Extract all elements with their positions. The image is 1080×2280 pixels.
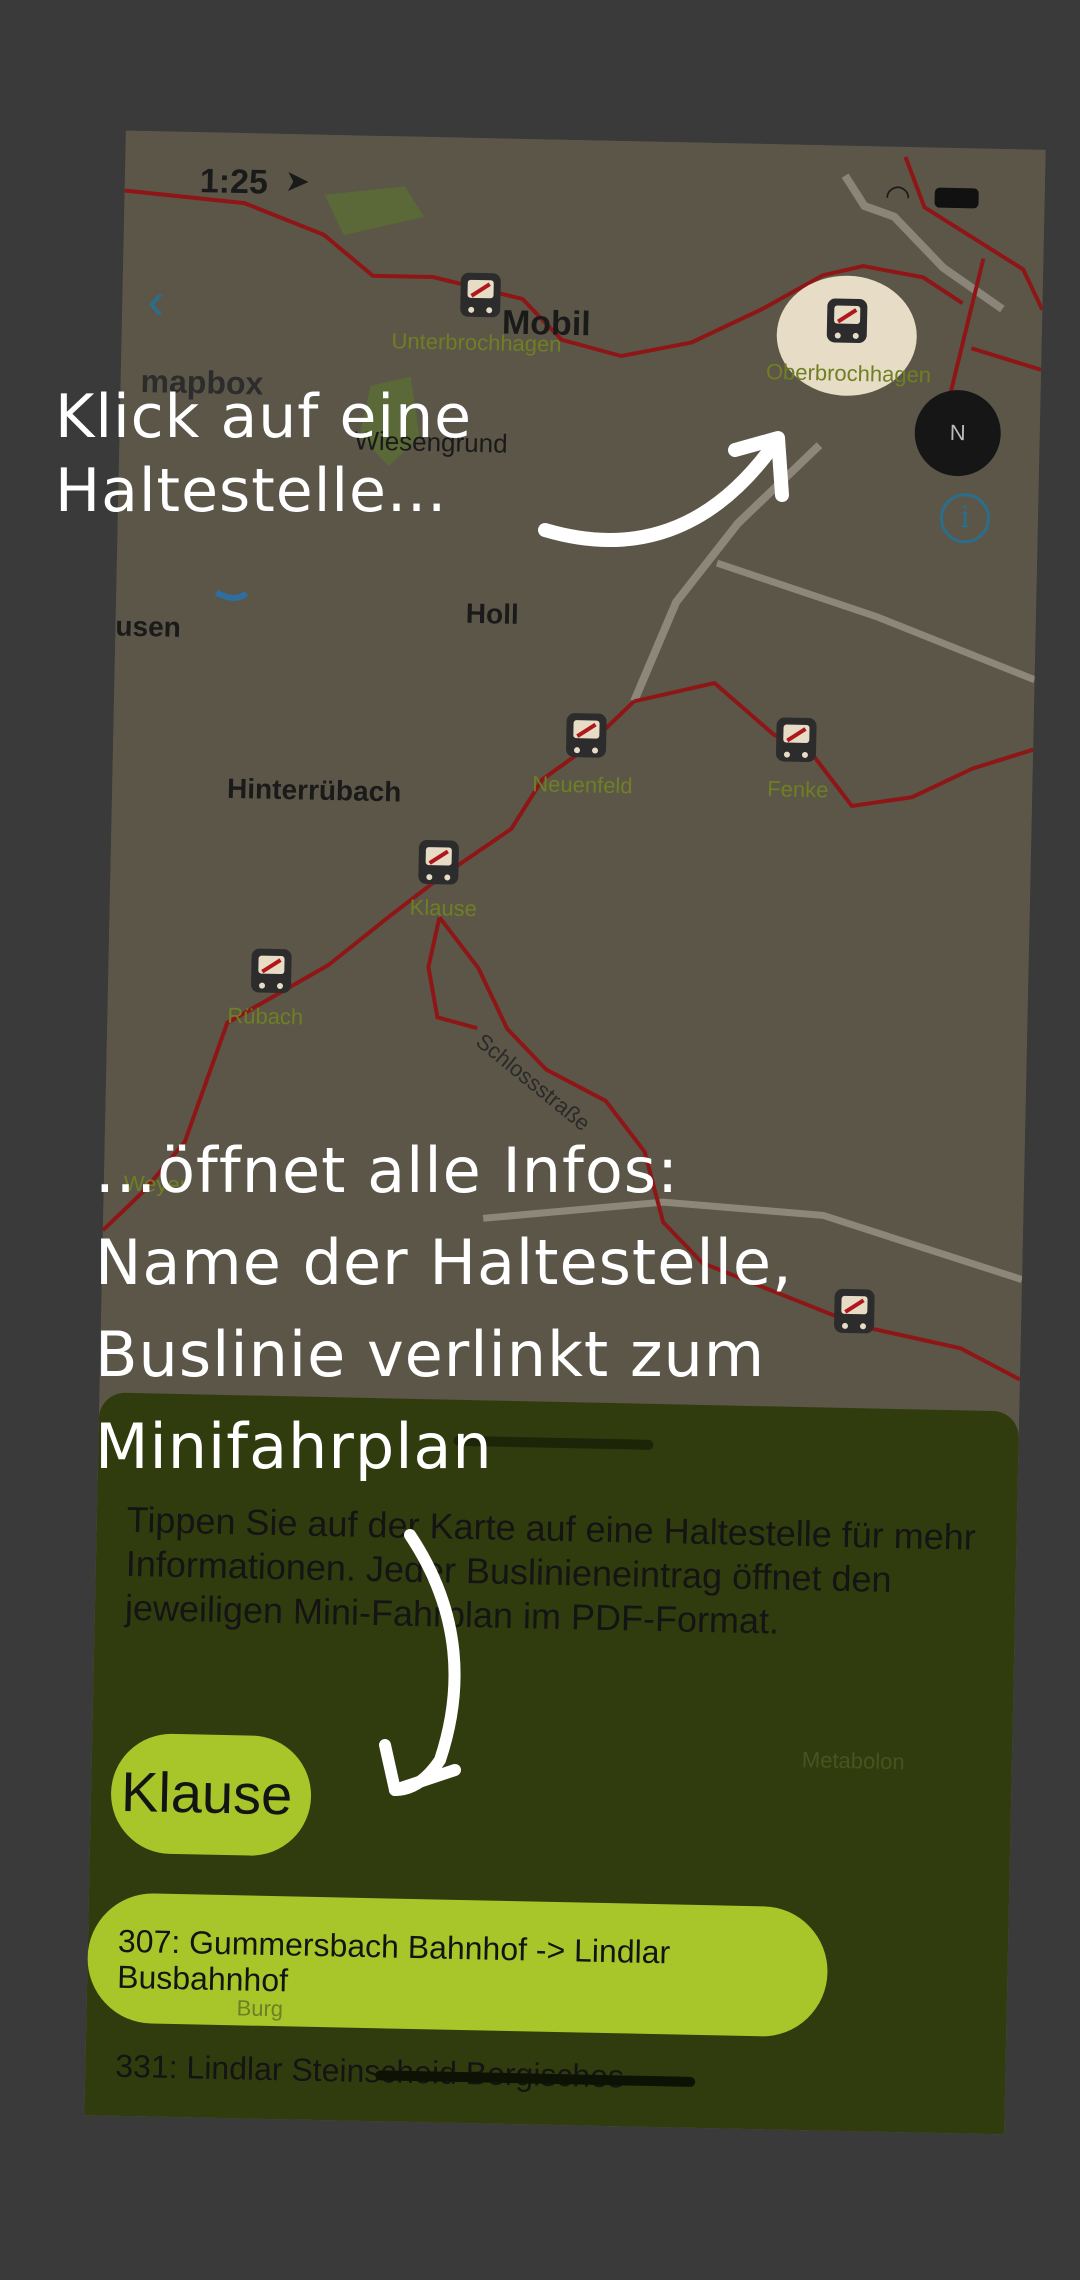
annotation-bottom: ...öffnet alle Infos: Name der Haltestel…: [95, 1134, 793, 1483]
place-label: Holl: [465, 597, 520, 630]
bus-stop-icon[interactable]: [415, 837, 462, 892]
bus-stop-icon[interactable]: [773, 714, 820, 769]
bottom-sheet[interactable]: Tippen Sie auf der Karte auf eine Haltes…: [84, 1392, 1020, 2135]
route-link[interactable]: 307: Gummersbach Bahnhof -> Lindlar Busb…: [117, 1923, 818, 2010]
place-label: Hinterrübach: [226, 772, 402, 808]
bus-stop-icon[interactable]: [457, 270, 504, 325]
location-arrow-icon: ➤: [284, 164, 311, 199]
bus-stop-icon[interactable]: [248, 945, 295, 1000]
compass-label: N: [949, 419, 966, 446]
bus-stop-icon[interactable]: [831, 1286, 878, 1341]
stop-label: Rübach: [227, 1002, 304, 1030]
poi-label: Metabolon: [801, 1747, 905, 1775]
status-time: 1:25: [199, 162, 269, 202]
stop-label: Unterbrochhagen: [391, 328, 562, 357]
annotation-top: Klick auf eine Haltestelle...: [55, 382, 473, 526]
stop-label: Oberbrochhagen: [765, 359, 932, 388]
place-label: usen: [115, 610, 182, 643]
stop-label: Neuenfeld: [532, 771, 633, 799]
back-button[interactable]: ‹: [147, 271, 166, 331]
bus-stop-icon[interactable]: [563, 710, 610, 765]
stop-label: Klause: [409, 894, 478, 922]
battery-icon: [934, 187, 979, 209]
stop-label: Fenke: [766, 776, 829, 803]
wifi-icon: ◠: [884, 179, 912, 214]
stop-name: Klause: [120, 1759, 293, 1827]
bus-stop-icon-selected[interactable]: [823, 295, 870, 350]
place-label: Burg: [236, 1995, 284, 2022]
sheet-hint-text: Tippen Sie auf der Karte auf eine Haltes…: [124, 1498, 977, 1642]
